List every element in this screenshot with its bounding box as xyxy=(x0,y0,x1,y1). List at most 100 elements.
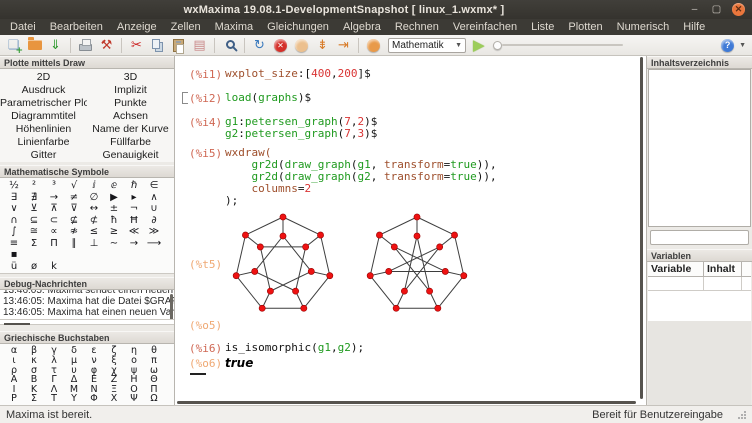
variables-panel-header[interactable]: Variablen xyxy=(647,249,752,262)
debug-vertical-scrollbar[interactable] xyxy=(170,294,173,320)
symbol-button[interactable]: √ xyxy=(64,180,84,192)
symbol-button[interactable]: ≡ xyxy=(4,238,24,250)
symbol-button[interactable]: ∪ xyxy=(144,203,164,215)
symbol-button[interactable]: ∈ xyxy=(144,180,164,192)
menu-maxima[interactable]: Maxima xyxy=(209,20,260,34)
restart-maxima-icon[interactable]: ↻ xyxy=(250,36,269,55)
draw-button-punkte[interactable]: Punkte xyxy=(87,96,174,109)
slider-knob[interactable] xyxy=(493,41,502,50)
greek-letter-button[interactable]: Ψ xyxy=(124,394,144,404)
greek-letter-button[interactable]: Σ xyxy=(24,394,44,404)
greek-letter-button[interactable]: Ρ xyxy=(4,394,24,404)
variables-empty-row[interactable] xyxy=(648,277,751,291)
menu-liste[interactable]: Liste xyxy=(525,20,560,34)
input-cell[interactable]: (%i2)load(graphs)$ xyxy=(181,92,636,105)
symbol-button[interactable]: → xyxy=(124,238,144,250)
symbol-button[interactable]: ≥ xyxy=(104,226,124,238)
input-cell[interactable]: (%i5)wxdraw( gr2d(draw_graph(g1, transfo… xyxy=(181,147,636,207)
evaluate-to-point-icon[interactable]: ⇟ xyxy=(313,36,332,55)
draw-button-implizit[interactable]: Implizit xyxy=(87,83,174,96)
help-icon[interactable]: ? xyxy=(721,39,734,52)
input-cell[interactable]: (%i4)g1:petersen_graph(7,2)$g2:petersen_… xyxy=(181,116,636,140)
symbol-button[interactable]: ² xyxy=(24,180,44,192)
resize-grip[interactable] xyxy=(737,410,746,419)
draw-button-höhenlinien[interactable]: Höhenlinien xyxy=(0,122,87,135)
toolbar-overflow-caret-icon[interactable]: ▼ xyxy=(739,42,746,49)
symbol-button[interactable]: Ħ xyxy=(124,215,144,227)
select-all-icon[interactable]: ▤ xyxy=(190,36,209,55)
symbol-button[interactable]: ∅ xyxy=(84,192,104,204)
symbol-button[interactable]: ¬ xyxy=(124,203,144,215)
draw-button-achsen[interactable]: Achsen xyxy=(87,109,174,122)
cell-code[interactable]: is_isomorphic(g1,g2); xyxy=(225,342,636,355)
toc-filter-input[interactable] xyxy=(650,230,749,245)
symbol-button[interactable]: → xyxy=(44,192,64,204)
symbol-button[interactable]: ∝ xyxy=(44,226,64,238)
help-ball-icon[interactable] xyxy=(364,36,383,55)
symbol-button[interactable]: ½ xyxy=(4,180,24,192)
draw-button-linienfarbe[interactable]: Linienfarbe xyxy=(0,135,87,148)
symbol-button[interactable]: ⊄ xyxy=(84,215,104,227)
symbol-button[interactable]: ↔ xyxy=(84,203,104,215)
draw-button-2d[interactable]: 2D xyxy=(0,70,87,83)
draw-panel-header[interactable]: Plotte mittels Draw xyxy=(0,56,174,69)
draw-button-genauigkeit[interactable]: Genauigkeit xyxy=(87,148,174,161)
minimize-button[interactable]: – xyxy=(688,3,701,16)
symbol-button[interactable]: Π xyxy=(44,238,64,250)
cell-code[interactable]: load(graphs)$ xyxy=(225,92,636,105)
menu-hilfe[interactable]: Hilfe xyxy=(677,20,711,34)
worksheet-vertical-scrollbar[interactable] xyxy=(640,57,643,399)
symbol-button[interactable]: ü xyxy=(4,261,24,273)
worksheet-horizontal-scrollbar[interactable] xyxy=(177,401,636,404)
debug-panel-header[interactable]: Debug-Nachrichten xyxy=(0,277,174,290)
find-icon[interactable] xyxy=(220,36,239,55)
symbol-button[interactable]: ⅇ xyxy=(104,180,124,192)
open-icon[interactable] xyxy=(25,36,44,55)
symbol-button[interactable]: ⊆ xyxy=(24,215,44,227)
symbol-button[interactable]: ø xyxy=(24,261,44,273)
symbol-button[interactable]: ≤ xyxy=(84,226,104,238)
paste-icon[interactable] xyxy=(169,36,188,55)
symbol-button[interactable]: ≉ xyxy=(64,226,84,238)
debug-log[interactable]: 13:46:05: Maxima sendet einen neuen Satz… xyxy=(0,290,174,320)
symbols-panel-header[interactable]: Mathematische Symbole xyxy=(0,165,174,178)
menu-vereinfachen[interactable]: Vereinfachen xyxy=(447,20,523,34)
greek-letter-button[interactable]: Χ xyxy=(104,394,124,404)
symbol-button[interactable]: ⊈ xyxy=(64,215,84,227)
symbol-button[interactable]: ∃ xyxy=(4,192,24,204)
symbol-button[interactable]: ⟶ xyxy=(144,238,164,250)
draw-button-füllfarbe[interactable]: Füllfarbe xyxy=(87,135,174,148)
draw-button-gitter[interactable]: Gitter xyxy=(0,148,87,161)
symbol-button[interactable]: ℏ xyxy=(124,180,144,192)
symbol-button[interactable]: ▶ xyxy=(104,192,124,204)
maximize-button[interactable]: ▢ xyxy=(710,3,723,16)
symbol-button[interactable]: ▸ xyxy=(124,192,144,204)
symbol-button[interactable]: ≠ xyxy=(64,192,84,204)
menu-algebra[interactable]: Algebra xyxy=(337,20,387,34)
symbol-button[interactable]: ▪ xyxy=(4,249,24,261)
draw-button-ausdruck[interactable]: Ausdruck xyxy=(0,83,87,96)
worksheet[interactable]: (%i1)wxplot_size:[400,200]$ (%i2)load(gra… xyxy=(175,56,646,405)
configure-icon[interactable]: ⚒ xyxy=(97,36,116,55)
input-cell[interactable]: (%i1)wxplot_size:[400,200]$ xyxy=(181,68,636,81)
print-icon[interactable] xyxy=(76,36,95,55)
symbol-button[interactable]: k xyxy=(44,261,64,273)
toc-panel-header[interactable]: Inhaltsverzeichnis xyxy=(647,56,752,69)
draw-button-3d[interactable]: 3D xyxy=(87,70,174,83)
cell-code[interactable]: wxplot_size:[400,200]$ xyxy=(225,68,636,81)
input-mode-select[interactable]: Mathematik ▼ xyxy=(388,38,466,53)
cell-code[interactable]: g1:petersen_graph(7,2)$g2:petersen_graph… xyxy=(225,116,636,140)
symbol-button[interactable]: ⊻ xyxy=(24,203,44,215)
close-button[interactable]: ✕ xyxy=(732,3,745,16)
new-document-icon[interactable]: ❏+ xyxy=(4,36,23,55)
jump-to-error-icon[interactable]: ⇥ xyxy=(334,36,353,55)
copy-icon[interactable] xyxy=(148,36,167,55)
symbol-button[interactable]: ∄ xyxy=(24,192,44,204)
symbol-button[interactable]: ± xyxy=(104,203,124,215)
greek-letter-button[interactable]: Ω xyxy=(144,394,164,404)
cell-code[interactable]: wxdraw( gr2d(draw_graph(g1, transform=tr… xyxy=(225,147,636,207)
symbol-button[interactable]: ≪ xyxy=(124,226,144,238)
symbol-button[interactable]: ⊂ xyxy=(44,215,64,227)
animation-speed-slider[interactable] xyxy=(493,41,623,50)
symbol-button[interactable]: ∥ xyxy=(64,238,84,250)
